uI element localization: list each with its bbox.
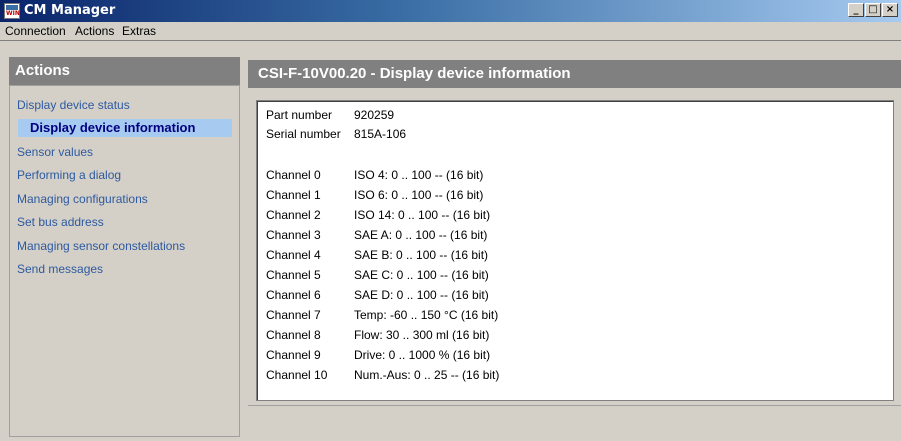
title-bar[interactable]: WIN CM Manager _ □ × [0,0,901,22]
channel-value: Temp: -60 .. 150 °C (16 bit) [354,308,499,322]
sidebar-item-display-device-status[interactable]: Display device status [17,96,130,114]
channel-value: ISO 6: 0 .. 100 -- (16 bit) [354,188,484,202]
channel-row: Channel 9 Drive: 0 .. 1000 % (16 bit) [266,347,490,363]
app-logo-icon: WIN [4,3,20,19]
sidebar-item-set-bus-address[interactable]: Set bus address [17,213,104,231]
channel-label: Channel 9 [266,348,321,362]
channel-label: Channel 0 [266,168,321,182]
channel-value: ISO 4: 0 .. 100 -- (16 bit) [354,168,484,182]
sidebar-header: Actions [9,57,240,85]
channel-value: Drive: 0 .. 1000 % (16 bit) [354,348,491,362]
menu-connection[interactable]: Connection [5,24,66,38]
channel-label: Channel 3 [266,228,321,242]
channel-row: Channel 7 Temp: -60 .. 150 °C (16 bit) [266,307,498,323]
maximize-button[interactable]: □ [865,3,881,17]
channel-label: Channel 4 [266,248,321,262]
channel-row: Channel 5 SAE C: 0 .. 100 -- (16 bit) [266,267,489,283]
close-button[interactable]: × [882,3,898,17]
channel-row: Channel 4 SAE B: 0 .. 100 -- (16 bit) [266,247,488,263]
serial-number-row: Serial number 815A-106 [266,126,406,142]
channel-row: Channel 2 ISO 14: 0 .. 100 -- (16 bit) [266,207,490,223]
status-divider [248,405,901,406]
channel-label: Channel 8 [266,328,321,342]
menu-actions[interactable]: Actions [75,24,114,38]
sidebar-item-performing-a-dialog[interactable]: Performing a dialog [17,166,121,184]
sidebar-item-send-messages[interactable]: Send messages [17,260,103,278]
channel-value: SAE A: 0 .. 100 -- (16 bit) [354,228,488,242]
minimize-button[interactable]: _ [848,3,864,17]
channel-row: Channel 3 SAE A: 0 .. 100 -- (16 bit) [266,227,487,243]
channel-row: Channel 0 ISO 4: 0 .. 100 -- (16 bit) [266,167,483,183]
part-number-row: Part number 920259 [266,107,394,123]
channel-value: SAE C: 0 .. 100 -- (16 bit) [354,268,489,282]
channel-label: Channel 5 [266,268,321,282]
channel-value: ISO 14: 0 .. 100 -- (16 bit) [354,208,491,222]
menu-extras[interactable]: Extras [122,24,156,38]
sidebar-item-sensor-values[interactable]: Sensor values [17,143,93,161]
channel-value: SAE D: 0 .. 100 -- (16 bit) [354,288,489,302]
channel-label: Channel 7 [266,308,321,322]
channel-row: Channel 1 ISO 6: 0 .. 100 -- (16 bit) [266,187,483,203]
part-number-value: 920259 [354,108,395,122]
sidebar-item-managing-configurations[interactable]: Managing configurations [17,190,148,208]
part-number-label: Part number [266,108,333,122]
channel-row: Channel 6 SAE D: 0 .. 100 -- (16 bit) [266,287,489,303]
device-info-box: Part number 920259 Serial number 815A-106 … [256,100,894,401]
sidebar-item-display-device-information[interactable]: Display device information [18,119,232,137]
page-title: CSI-F-10V00.20 - Display device informat… [248,60,901,88]
channel-label: Channel 10 [266,368,328,382]
app-window: WIN CM Manager _ □ × Connection Actions … [0,0,901,441]
sidebar: Display device status Display device inf… [9,85,240,437]
window-title: CM Manager [24,3,116,18]
channel-row: Channel 10 Num.-Aus: 0 .. 25 -- (16 bit) [266,367,499,383]
serial-number-value: 815A-106 [354,127,407,141]
serial-number-label: Serial number [266,127,341,141]
channel-label: Channel 6 [266,288,321,302]
channel-label: Channel 1 [266,188,321,202]
sidebar-item-managing-sensor-constellations[interactable]: Managing sensor constellations [17,237,185,255]
channel-value: Num.-Aus: 0 .. 25 -- (16 bit) [354,368,500,382]
channel-value: Flow: 30 .. 300 ml (16 bit) [354,328,490,342]
menu-bar: Connection Actions Extras [0,22,901,41]
channel-value: SAE B: 0 .. 100 -- (16 bit) [354,248,489,262]
channel-label: Channel 2 [266,208,321,222]
channel-row: Channel 8 Flow: 30 .. 300 ml (16 bit) [266,327,489,343]
